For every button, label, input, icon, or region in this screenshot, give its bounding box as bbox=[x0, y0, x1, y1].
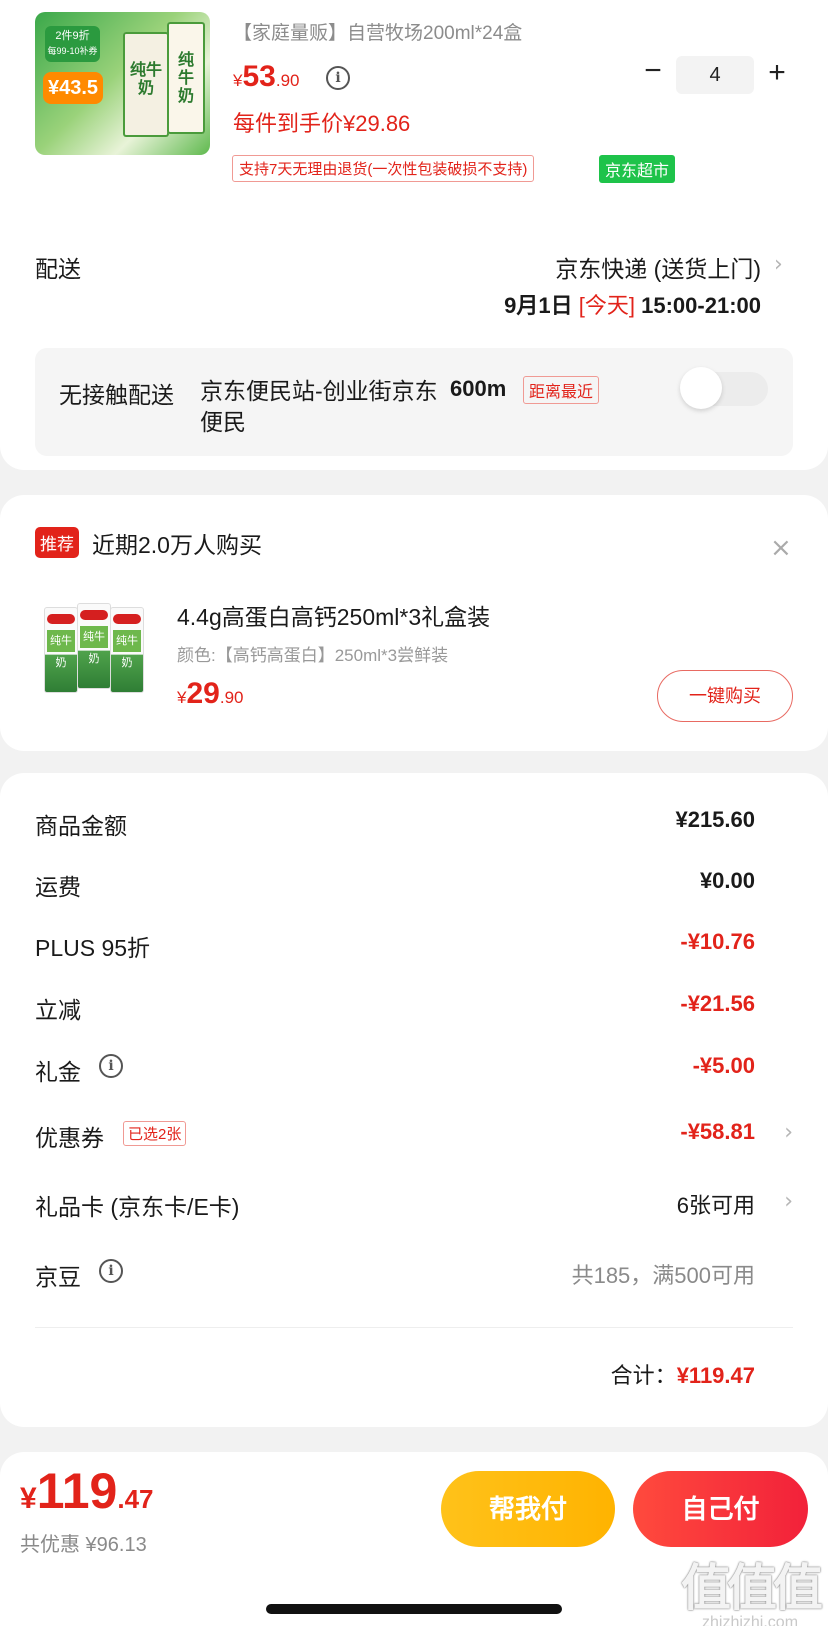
summary-label: 运费 bbox=[35, 874, 81, 900]
milk-carton: 纯牛奶 bbox=[44, 607, 78, 693]
payable-amount: ¥119.47 bbox=[20, 1462, 154, 1520]
total-value: ¥119.47 bbox=[676, 1363, 755, 1388]
summary-row-gift-money: 礼金 i -¥5.00 bbox=[35, 1049, 793, 1089]
summary-value: ¥215.60 bbox=[675, 807, 755, 832]
shipping-time[interactable]: 9月1日 [今天] 15:00-21:00 bbox=[504, 288, 761, 320]
carton-label: 纯牛奶 bbox=[47, 630, 75, 669]
recommend-product-price: ¥29.90 bbox=[177, 677, 243, 711]
summary-value: -¥58.81 bbox=[680, 1119, 755, 1144]
chevron-right-icon[interactable]: › bbox=[784, 1120, 793, 1145]
summary-row-coupon[interactable]: 优惠券 已选2张 -¥58.81 › bbox=[35, 1115, 793, 1155]
shipping-date: 9月1日 bbox=[504, 293, 573, 318]
close-icon[interactable]: × bbox=[770, 533, 792, 563]
promo-line-2: 每99-10补券 bbox=[47, 46, 98, 56]
recommend-product-spec: 颜色:【高钙高蛋白】250ml*3尝鲜装 bbox=[177, 646, 449, 665]
summary-label: 优惠券 bbox=[35, 1125, 104, 1151]
checkout-bar: ¥119.47 共优惠 ¥96.13 帮我付 自己付 值值值 zhizhizhi… bbox=[0, 1452, 828, 1626]
nearest-tag: 距离最近 bbox=[523, 376, 600, 404]
summary-value: 6张可用 bbox=[676, 1193, 755, 1218]
recommend-product-image[interactable]: 纯牛奶 纯牛奶 纯牛奶 bbox=[42, 603, 145, 695]
unit-price: 每件到手价¥29.86 bbox=[233, 111, 411, 136]
promo-line-1: 2件9折 bbox=[55, 30, 90, 42]
total-label: 合计： bbox=[610, 1363, 677, 1388]
summary-row-plus-discount: PLUS 95折 -¥10.76 bbox=[35, 925, 793, 965]
summary-row-subtotal: 商品金额 ¥215.60 bbox=[35, 803, 793, 843]
promo-tag: 2件9折 每99-10补券 bbox=[45, 26, 100, 62]
recommend-product-name[interactable]: 4.4g高蛋白高钙250ml*3礼盒装 bbox=[177, 598, 490, 632]
watermark-logo: 值值值 bbox=[681, 1560, 823, 1616]
summary-row-jd-beans: 京豆 i 共185，满500可用 bbox=[35, 1254, 793, 1294]
contactless-delivery-panel: 无接触配送 京东便民站-创业街京东便民 600m 距离最近 bbox=[35, 348, 793, 456]
summary-row-instant-discount: 立减 -¥21.56 bbox=[35, 987, 793, 1027]
product-price: ¥53.90 bbox=[233, 60, 299, 94]
one-click-buy-button[interactable]: 一键购买 bbox=[657, 670, 793, 722]
summary-value: -¥10.76 bbox=[680, 929, 755, 954]
pickup-station[interactable]: 京东便民站-创业街京东便民 bbox=[200, 376, 445, 438]
milk-carton: 纯牛奶 bbox=[110, 607, 144, 693]
summary-label: 礼品卡 (京东卡/E卡) bbox=[35, 1194, 240, 1220]
pay-myself-button[interactable]: 自己付 bbox=[633, 1471, 808, 1547]
summary-label: 京豆 bbox=[35, 1264, 81, 1290]
total-saved: 共优惠 ¥96.13 bbox=[20, 1534, 147, 1556]
payable-decimal: .47 bbox=[117, 1484, 154, 1514]
milk-carton: 纯牛奶 bbox=[77, 603, 111, 689]
help-me-pay-button[interactable]: 帮我付 bbox=[441, 1471, 615, 1547]
divider bbox=[35, 1327, 793, 1328]
summary-value: 共185，满500可用 bbox=[571, 1263, 755, 1288]
summary-label: 礼金 bbox=[35, 1059, 81, 1085]
recommend-title: 近期2.0万人购买 bbox=[92, 532, 262, 558]
shipping-method[interactable]: 京东快递 (送货上门) bbox=[555, 250, 761, 284]
carton-label: 纯牛奶 bbox=[177, 52, 194, 105]
milk-carton-side: 纯牛奶 bbox=[167, 22, 205, 134]
carton-label: 纯牛奶 bbox=[113, 630, 141, 669]
price-decimal: .90 bbox=[219, 688, 244, 707]
pickup-distance: 600m bbox=[450, 376, 507, 401]
chevron-right-icon[interactable]: › bbox=[774, 252, 783, 277]
coupon-selected-tag: 已选2张 bbox=[123, 1121, 187, 1146]
milk-carton-front: 纯牛奶 bbox=[123, 32, 169, 137]
shipping-label: 配送 bbox=[35, 256, 81, 282]
return-policy-tag: 支持7天无理由退货(一次性包装破损不支持) bbox=[232, 155, 535, 182]
summary-label: 立减 bbox=[35, 997, 81, 1023]
recommend-badge: 推荐 bbox=[35, 527, 79, 558]
watermark: 值值值 zhizhizhi.com bbox=[676, 1548, 824, 1626]
carton-label: 纯牛奶 bbox=[80, 626, 108, 665]
price-integer: 29 bbox=[186, 677, 220, 710]
info-icon[interactable]: i bbox=[326, 66, 350, 90]
currency-symbol: ¥ bbox=[20, 1482, 37, 1515]
quantity-increase-button[interactable]: + bbox=[762, 56, 792, 90]
carton-label: 纯牛奶 bbox=[129, 62, 162, 97]
summary-value: ¥0.00 bbox=[699, 868, 755, 893]
summary-label: 商品金额 bbox=[35, 813, 127, 839]
quantity-input[interactable]: 4 bbox=[676, 56, 754, 94]
info-icon[interactable]: i bbox=[99, 1054, 123, 1078]
promo-price: ¥43.5 bbox=[43, 72, 103, 104]
product-image[interactable]: 2件9折 每99-10补券 ¥43.5 纯牛奶 纯牛奶 bbox=[35, 12, 210, 155]
summary-row-shipping-fee: 运费 ¥0.00 bbox=[35, 864, 793, 904]
store-tag: 京东超市 bbox=[599, 155, 676, 183]
chevron-right-icon[interactable]: › bbox=[784, 1189, 793, 1214]
contactless-toggle[interactable] bbox=[680, 367, 768, 409]
contactless-label: 无接触配送 bbox=[59, 382, 174, 408]
shipping-window: 15:00-21:00 bbox=[641, 293, 761, 318]
summary-label: PLUS 95折 bbox=[35, 935, 151, 961]
recommendation-card: 推荐 近期2.0万人购买 × 纯牛奶 纯牛奶 纯牛奶 4.4g高蛋白高钙250m… bbox=[0, 495, 828, 751]
product-card: 2件9折 每99-10补券 ¥43.5 纯牛奶 纯牛奶 【家庭量贩】自营牧场20… bbox=[0, 0, 828, 470]
quantity-decrease-button[interactable]: − bbox=[638, 56, 668, 88]
summary-value: -¥21.56 bbox=[680, 991, 755, 1016]
shipping-today-tag: [今天] bbox=[578, 293, 635, 318]
home-indicator[interactable] bbox=[266, 1604, 562, 1614]
toggle-knob bbox=[680, 367, 722, 409]
product-title[interactable]: 【家庭量贩】自营牧场200ml*24盒 bbox=[233, 18, 522, 45]
price-decimal: .90 bbox=[275, 71, 300, 90]
summary-row-gift-card[interactable]: 礼品卡 (京东卡/E卡) 6张可用 › bbox=[35, 1184, 793, 1224]
price-summary-card: 商品金额 ¥215.60 运费 ¥0.00 PLUS 95折 -¥10.76 立… bbox=[0, 773, 828, 1427]
info-icon[interactable]: i bbox=[99, 1259, 123, 1283]
summary-value: -¥5.00 bbox=[692, 1053, 755, 1078]
payable-integer: 119 bbox=[36, 1463, 118, 1519]
order-total: 合计：¥119.47 bbox=[611, 1358, 755, 1390]
price-integer: 53 bbox=[242, 60, 276, 93]
